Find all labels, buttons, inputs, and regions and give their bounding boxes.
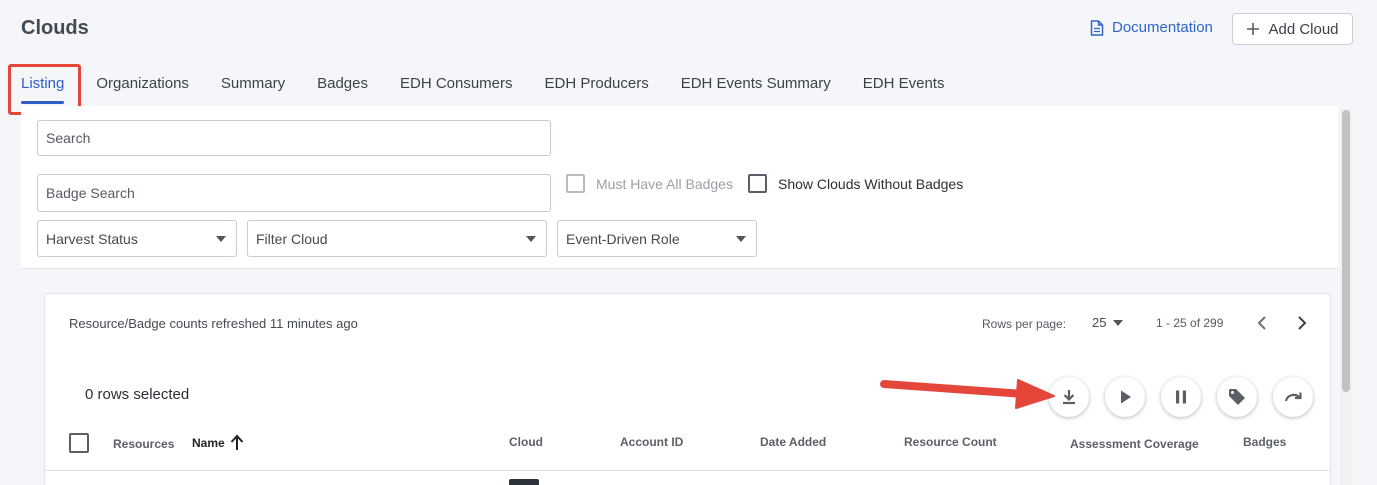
column-header-badges[interactable]: Badges xyxy=(1243,435,1286,449)
tab-summary[interactable]: Summary xyxy=(205,74,301,104)
tab-listing[interactable]: Listing xyxy=(21,74,80,104)
tab-edh-producers[interactable]: EDH Producers xyxy=(529,74,665,104)
harvest-status-value: Harvest Status xyxy=(46,230,138,247)
tab-edh-events-summary[interactable]: EDH Events Summary xyxy=(665,74,847,104)
chevron-right-icon xyxy=(1298,316,1307,330)
must-have-all-badges-option[interactable]: Must Have All Badges xyxy=(566,174,733,193)
column-header-cloud[interactable]: Cloud xyxy=(509,435,543,449)
refresh-status-text: Resource/Badge counts refreshed 11 minut… xyxy=(69,316,358,331)
column-header-assessment-coverage[interactable]: Assessment Coverage xyxy=(1070,437,1199,451)
document-icon xyxy=(1090,19,1104,36)
rows-per-page-select[interactable]: 25 xyxy=(1092,315,1124,330)
caret-down-icon xyxy=(216,236,226,242)
documentation-label: Documentation xyxy=(1112,19,1213,36)
redo-icon xyxy=(1284,392,1302,402)
tag-icon xyxy=(1229,389,1245,405)
show-without-badges-checkbox[interactable] xyxy=(748,174,767,193)
download-icon xyxy=(1063,390,1075,405)
rows-per-page-label: Rows per page: xyxy=(982,317,1067,331)
pause-icon xyxy=(1176,390,1186,404)
search-input[interactable] xyxy=(37,120,551,156)
play-icon xyxy=(1121,390,1131,404)
caret-down-icon xyxy=(526,236,536,242)
select-all-checkbox[interactable] xyxy=(69,433,89,453)
caret-down-icon xyxy=(736,236,746,242)
column-header-account-id[interactable]: Account ID xyxy=(620,435,683,449)
plus-icon xyxy=(1247,23,1260,35)
tab-bar: Listing Organizations Summary Badges EDH… xyxy=(21,74,960,108)
must-have-all-badges-checkbox[interactable] xyxy=(566,174,585,193)
pause-button[interactable] xyxy=(1161,377,1201,417)
column-header-name[interactable]: Name xyxy=(192,434,245,451)
tab-edh-consumers[interactable]: EDH Consumers xyxy=(384,74,529,104)
tab-organizations[interactable]: Organizations xyxy=(80,74,205,104)
next-page-button[interactable] xyxy=(1290,311,1314,335)
filter-panel: Must Have All Badges Show Clouds Without… xyxy=(21,106,1338,269)
event-driven-role-select[interactable]: Event-Driven Role xyxy=(557,220,757,257)
show-without-badges-option[interactable]: Show Clouds Without Badges xyxy=(748,174,963,193)
download-button[interactable] xyxy=(1049,377,1089,417)
column-header-resources[interactable]: Resources xyxy=(113,437,174,451)
header-divider xyxy=(45,470,1330,471)
tab-badges[interactable]: Badges xyxy=(301,74,384,104)
must-have-all-badges-label: Must Have All Badges xyxy=(596,175,733,192)
column-header-date-added[interactable]: Date Added xyxy=(760,435,826,449)
chevron-left-icon xyxy=(1257,316,1266,330)
clouds-table-card: Resource/Badge counts refreshed 11 minut… xyxy=(44,293,1331,485)
scrollbar-thumb[interactable] xyxy=(1342,110,1350,392)
tab-edh-events[interactable]: EDH Events xyxy=(847,74,961,104)
page-title: Clouds xyxy=(21,17,89,39)
tag-button[interactable] xyxy=(1217,377,1257,417)
filter-cloud-value: Filter Cloud xyxy=(256,230,328,247)
play-button[interactable] xyxy=(1105,377,1145,417)
pagination-range: 1 - 25 of 299 xyxy=(1156,316,1224,330)
filter-cloud-select[interactable]: Filter Cloud xyxy=(247,220,547,257)
arrow-up-icon xyxy=(230,434,243,450)
previous-page-button[interactable] xyxy=(1250,311,1274,335)
caret-down-icon xyxy=(1113,319,1124,326)
vertical-scrollbar[interactable] xyxy=(1340,108,1352,485)
rows-selected-text: 0 rows selected xyxy=(85,386,190,403)
show-without-badges-label: Show Clouds Without Badges xyxy=(778,175,964,192)
event-driven-role-value: Event-Driven Role xyxy=(566,230,680,247)
redo-button[interactable] xyxy=(1273,377,1313,417)
cloud-provider-logo xyxy=(509,479,539,485)
documentation-link[interactable]: Documentation xyxy=(1090,19,1213,36)
badge-search-input[interactable] xyxy=(37,174,551,212)
harvest-status-select[interactable]: Harvest Status xyxy=(37,220,237,257)
column-header-resource-count[interactable]: Resource Count xyxy=(904,435,997,449)
column-header-name-label: Name xyxy=(192,435,225,450)
rows-per-page-value: 25 xyxy=(1092,315,1107,330)
add-cloud-button[interactable]: Add Cloud xyxy=(1232,13,1353,45)
add-cloud-label: Add Cloud xyxy=(1268,20,1339,38)
